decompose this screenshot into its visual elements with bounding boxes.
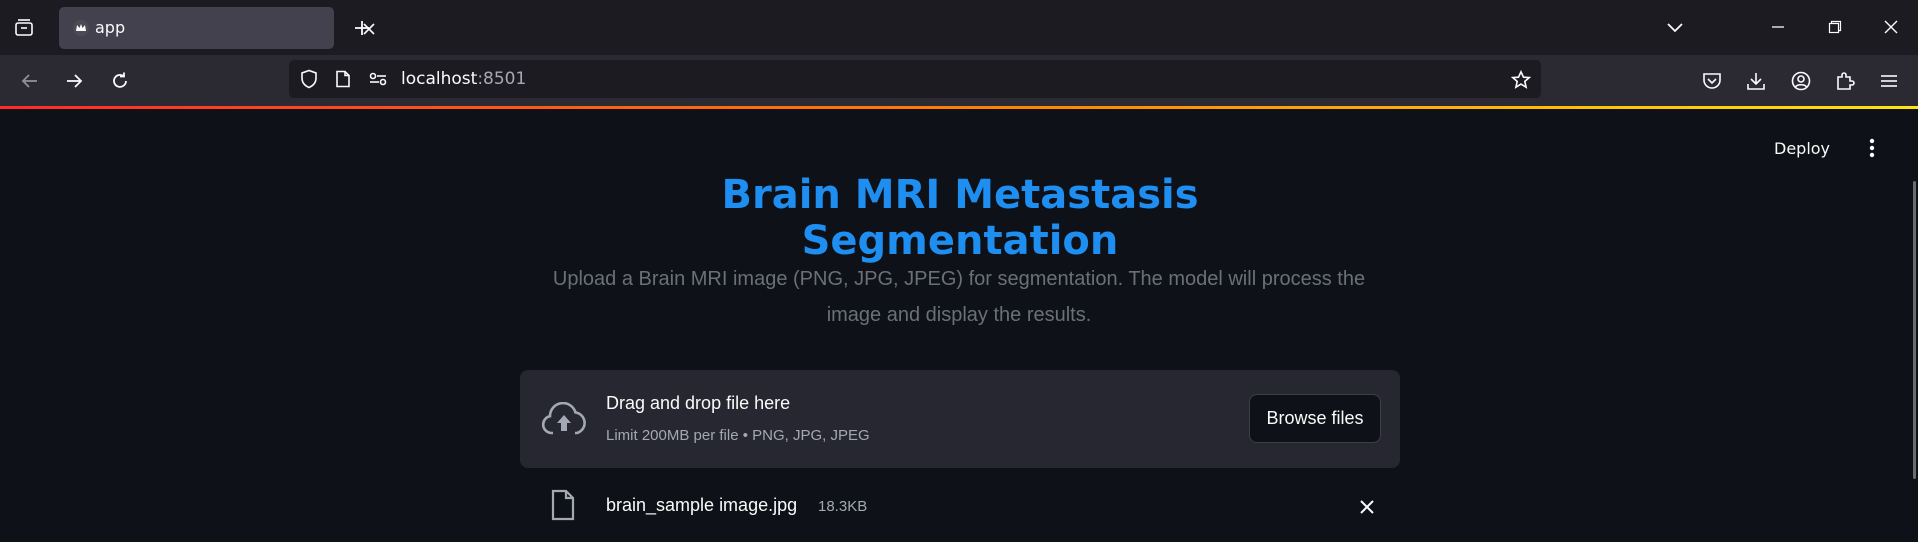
file-dropzone[interactable]: Drag and drop file here Limit 200MB per … [520,370,1400,468]
page-title: Brain MRI Metastasis Segmentation [721,172,1199,264]
uploaded-file-row: brain_sample image.jpg 18.3KB [520,481,1400,541]
download-icon[interactable] [1744,69,1768,93]
page-icon[interactable] [333,69,353,89]
uploaded-file-name: brain_sample image.jpg [606,495,798,515]
pocket-icon[interactable] [1700,69,1724,93]
url-host: localhost [401,69,478,89]
window-close-icon[interactable] [1880,17,1902,37]
app-page: Deploy Brain MRI Metastasis Segmentation… [0,109,1918,542]
minimize-icon[interactable] [1767,17,1789,37]
dropzone-instructions: Drag and drop file here [606,393,791,413]
url-text: localhost:8501 [401,69,526,89]
remove-file-close-icon[interactable] [1357,497,1377,517]
new-tab-icon[interactable] [351,17,373,39]
restore-icon[interactable] [1824,17,1846,37]
main-menu-kebab-icon[interactable] [1862,137,1882,159]
crown-icon [73,20,89,36]
file-icon [550,489,576,521]
permissions-icon[interactable] [367,69,389,89]
browser-nav-bar: localhost:8501 [0,55,1918,107]
browser-tab-strip: app [0,0,1918,55]
reload-icon[interactable] [108,69,132,93]
address-bar[interactable]: localhost:8501 [289,60,1541,98]
url-port: :8501 [477,69,527,89]
page-description-line-1: Upload a Brain MRI image (PNG, JPG, JPEG… [552,268,1366,290]
account-icon[interactable] [1789,69,1813,93]
uploaded-file-size: 18.3KB [818,498,868,515]
forward-arrow-icon[interactable] [62,69,86,93]
page-description-line-2: image and display the results. [826,304,1092,326]
cloud-upload-icon [540,400,588,438]
tab-overview-icon[interactable] [12,16,36,40]
browse-files-button[interactable]: Browse files [1249,394,1381,443]
dropzone-limit-text: Limit 200MB per file • PNG, JPG, JPEG [606,427,870,444]
page-description: Upload a Brain MRI image (PNG, JPG, JPEG… [534,261,1384,333]
bookmark-star-icon[interactable] [1510,69,1532,91]
browser-tab[interactable]: app [59,7,375,49]
extensions-icon[interactable] [1833,69,1857,93]
page-scrollbar[interactable] [1913,181,1916,479]
tab-list-chevron-icon[interactable] [1663,17,1687,37]
shield-icon[interactable] [299,69,319,89]
back-arrow-icon[interactable] [18,69,42,93]
tab-title: app [95,18,126,37]
deploy-button[interactable]: Deploy [1774,139,1830,158]
menu-icon[interactable] [1877,69,1901,93]
